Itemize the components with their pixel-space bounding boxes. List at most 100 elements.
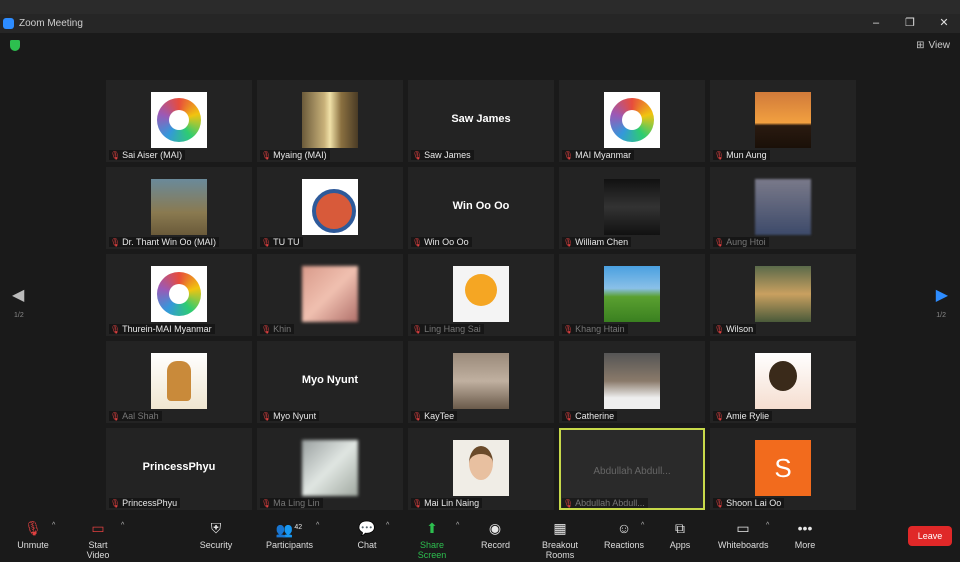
participant-name-label: 🎙 Amie Rylie <box>713 411 773 421</box>
participant-avatar <box>604 179 660 235</box>
muted-mic-icon: 🎙 <box>563 324 574 334</box>
grid-view-icon: ⊞ <box>916 40 925 51</box>
whiteboards-options-caret[interactable]: ^ <box>766 522 769 529</box>
participant-tile[interactable]: 🎙 Sai Aiser (MAI) <box>106 80 252 162</box>
participant-name-label: 🎙 KayTee <box>411 411 458 421</box>
participant-tile[interactable]: 🎙 Ma Ling Lin <box>257 428 403 510</box>
previous-page-icon[interactable]: ◀ <box>12 285 24 305</box>
muted-mic-icon: 🎙 <box>261 150 272 160</box>
record-button[interactable]: ◉ Record <box>481 518 510 550</box>
participant-tile[interactable]: Abdullah Abdull... 🎙 Abdullah Abdull... <box>559 428 705 510</box>
participant-tile[interactable]: 🎙 Aal Shah <box>106 341 252 423</box>
maximize-icon[interactable]: ❐ <box>904 14 916 33</box>
participants-label: Participants <box>266 540 314 550</box>
start-video-button[interactable]: ▭ Start Video <box>76 518 120 560</box>
participant-name: Aung Htoi <box>726 237 766 247</box>
apps-button[interactable]: ⧉ Apps <box>668 518 692 550</box>
audio-options-caret[interactable]: ^ <box>52 522 55 529</box>
participant-avatar <box>302 440 358 496</box>
participant-name: William Chen <box>575 237 629 247</box>
participant-name: Win Oo Oo <box>424 237 469 247</box>
participant-tile[interactable]: 🎙 Amie Rylie <box>710 341 856 423</box>
participant-tile[interactable]: 🎙 MAI Myanmar <box>559 80 705 162</box>
participant-name-label: 🎙 Mun Aung <box>713 150 770 160</box>
video-options-caret[interactable]: ^ <box>121 522 124 529</box>
muted-mic-icon: 🎙 <box>563 411 574 421</box>
avatar-letter: S <box>774 452 792 483</box>
participants-options-caret[interactable]: ^ <box>316 522 319 529</box>
participant-tile[interactable]: 🎙 KayTee <box>408 341 554 423</box>
participant-name: Thurein-MAI Myanmar <box>122 324 212 334</box>
participant-name: Wilson <box>726 324 754 334</box>
encryption-shield-icon[interactable] <box>10 40 20 51</box>
reactions-options-caret[interactable]: ^ <box>641 522 644 529</box>
participant-avatar <box>755 179 811 235</box>
participant-tile[interactable]: 🎙 Catherine <box>559 341 705 423</box>
participant-name-label: 🎙 Win Oo Oo <box>411 237 472 247</box>
participant-display-name: Abdullah Abdull... <box>593 466 671 477</box>
muted-mic-icon: 🎙 <box>412 411 423 421</box>
whiteboards-button[interactable]: ▭ Whiteboards <box>718 518 769 550</box>
participant-tile[interactable]: 🎙 Ling Hang Sai <box>408 254 554 336</box>
participant-display-name: PrincessPhyu <box>142 461 216 473</box>
participant-tile[interactable]: 🎙 Aung Htoi <box>710 167 856 249</box>
zoom-app-icon <box>3 18 14 29</box>
participant-name: Amie Rylie <box>726 411 770 421</box>
participant-tile[interactable]: 🎙 Thurein-MAI Myanmar <box>106 254 252 336</box>
participants-button[interactable]: 👥42 Participants <box>266 518 314 550</box>
muted-mic-icon: 🎙 <box>563 150 574 160</box>
next-page-icon[interactable]: ▶ <box>936 285 948 305</box>
participant-tile[interactable]: 🎙 Myaing (MAI) <box>257 80 403 162</box>
participant-name-label: 🎙 William Chen <box>562 237 632 247</box>
chat-options-caret[interactable]: ^ <box>386 522 389 529</box>
participant-tile[interactable]: 🎙 Dr. Thant Win Oo (MAI) <box>106 167 252 249</box>
participant-avatar <box>604 266 660 322</box>
participant-name-label: 🎙 Aal Shah <box>109 411 162 421</box>
more-button[interactable]: ••• More <box>794 518 816 550</box>
participant-name-label: 🎙 Ma Ling Lin <box>260 498 323 508</box>
participant-name-label: 🎙 TU TU <box>260 237 303 247</box>
participant-tile[interactable]: 🎙 Khang Htain <box>559 254 705 336</box>
participant-tile[interactable]: S 🎙 Shoon Lai Oo <box>710 428 856 510</box>
breakout-rooms-button[interactable]: ▦ Breakout Rooms <box>528 518 592 560</box>
security-button[interactable]: ⛨ Security <box>198 518 234 550</box>
unmute-button[interactable]: 🎙 Unmute <box>14 518 52 550</box>
close-icon[interactable]: ✕ <box>938 14 950 33</box>
share-screen-button[interactable]: ⬆ Share Screen <box>407 518 457 560</box>
chat-button[interactable]: 💬 Chat <box>356 518 378 550</box>
participant-tile[interactable]: 🎙 Wilson <box>710 254 856 336</box>
participant-name: Catherine <box>575 411 615 421</box>
participant-name-label: 🎙 PrincessPhyu <box>109 498 181 508</box>
participant-tile[interactable]: Myo Nyunt 🎙 Myo Nyunt <box>257 341 403 423</box>
start-video-label: Start Video <box>86 540 110 560</box>
leave-button[interactable]: Leave <box>908 526 952 546</box>
participant-name: Sai Aiser (MAI) <box>122 150 183 160</box>
participant-avatar <box>151 92 207 148</box>
participant-tile[interactable]: 🎙 William Chen <box>559 167 705 249</box>
reactions-button[interactable]: ☺ Reactions <box>604 518 644 550</box>
participant-name-label: 🎙 Aung Htoi <box>713 237 769 247</box>
participant-avatar <box>151 179 207 235</box>
participant-avatar <box>302 266 358 322</box>
grid-icon: ▦ <box>553 520 567 536</box>
participant-tile[interactable]: 🎙 Khin <box>257 254 403 336</box>
smile-icon: ☺ <box>616 520 632 536</box>
minimize-icon[interactable]: – <box>870 14 882 33</box>
muted-mic-icon: 🎙 <box>714 150 725 160</box>
participant-tile[interactable]: 🎙 TU TU <box>257 167 403 249</box>
muted-mic-icon: 🎙 <box>563 498 574 508</box>
top-strip <box>0 0 960 14</box>
participant-tile[interactable]: 🎙 Mun Aung <box>710 80 856 162</box>
participant-tile[interactable]: Win Oo Oo 🎙 Win Oo Oo <box>408 167 554 249</box>
participant-name-label: 🎙 Shoon Lai Oo <box>713 498 785 508</box>
share-options-caret[interactable]: ^ <box>456 522 459 529</box>
participant-name: Dr. Thant Win Oo (MAI) <box>122 237 217 247</box>
participant-tile[interactable]: 🎙 Mai Lin Naing <box>408 428 554 510</box>
view-button[interactable]: ⊞ View <box>916 40 950 51</box>
participant-name: Abdullah Abdull... <box>575 498 645 508</box>
participant-name-label: 🎙 Sai Aiser (MAI) <box>109 150 186 160</box>
participant-name: Saw James <box>424 150 471 160</box>
participant-tile[interactable]: PrincessPhyu 🎙 PrincessPhyu <box>106 428 252 510</box>
participant-name: Shoon Lai Oo <box>726 498 782 508</box>
participant-tile[interactable]: Saw James 🎙 Saw James <box>408 80 554 162</box>
